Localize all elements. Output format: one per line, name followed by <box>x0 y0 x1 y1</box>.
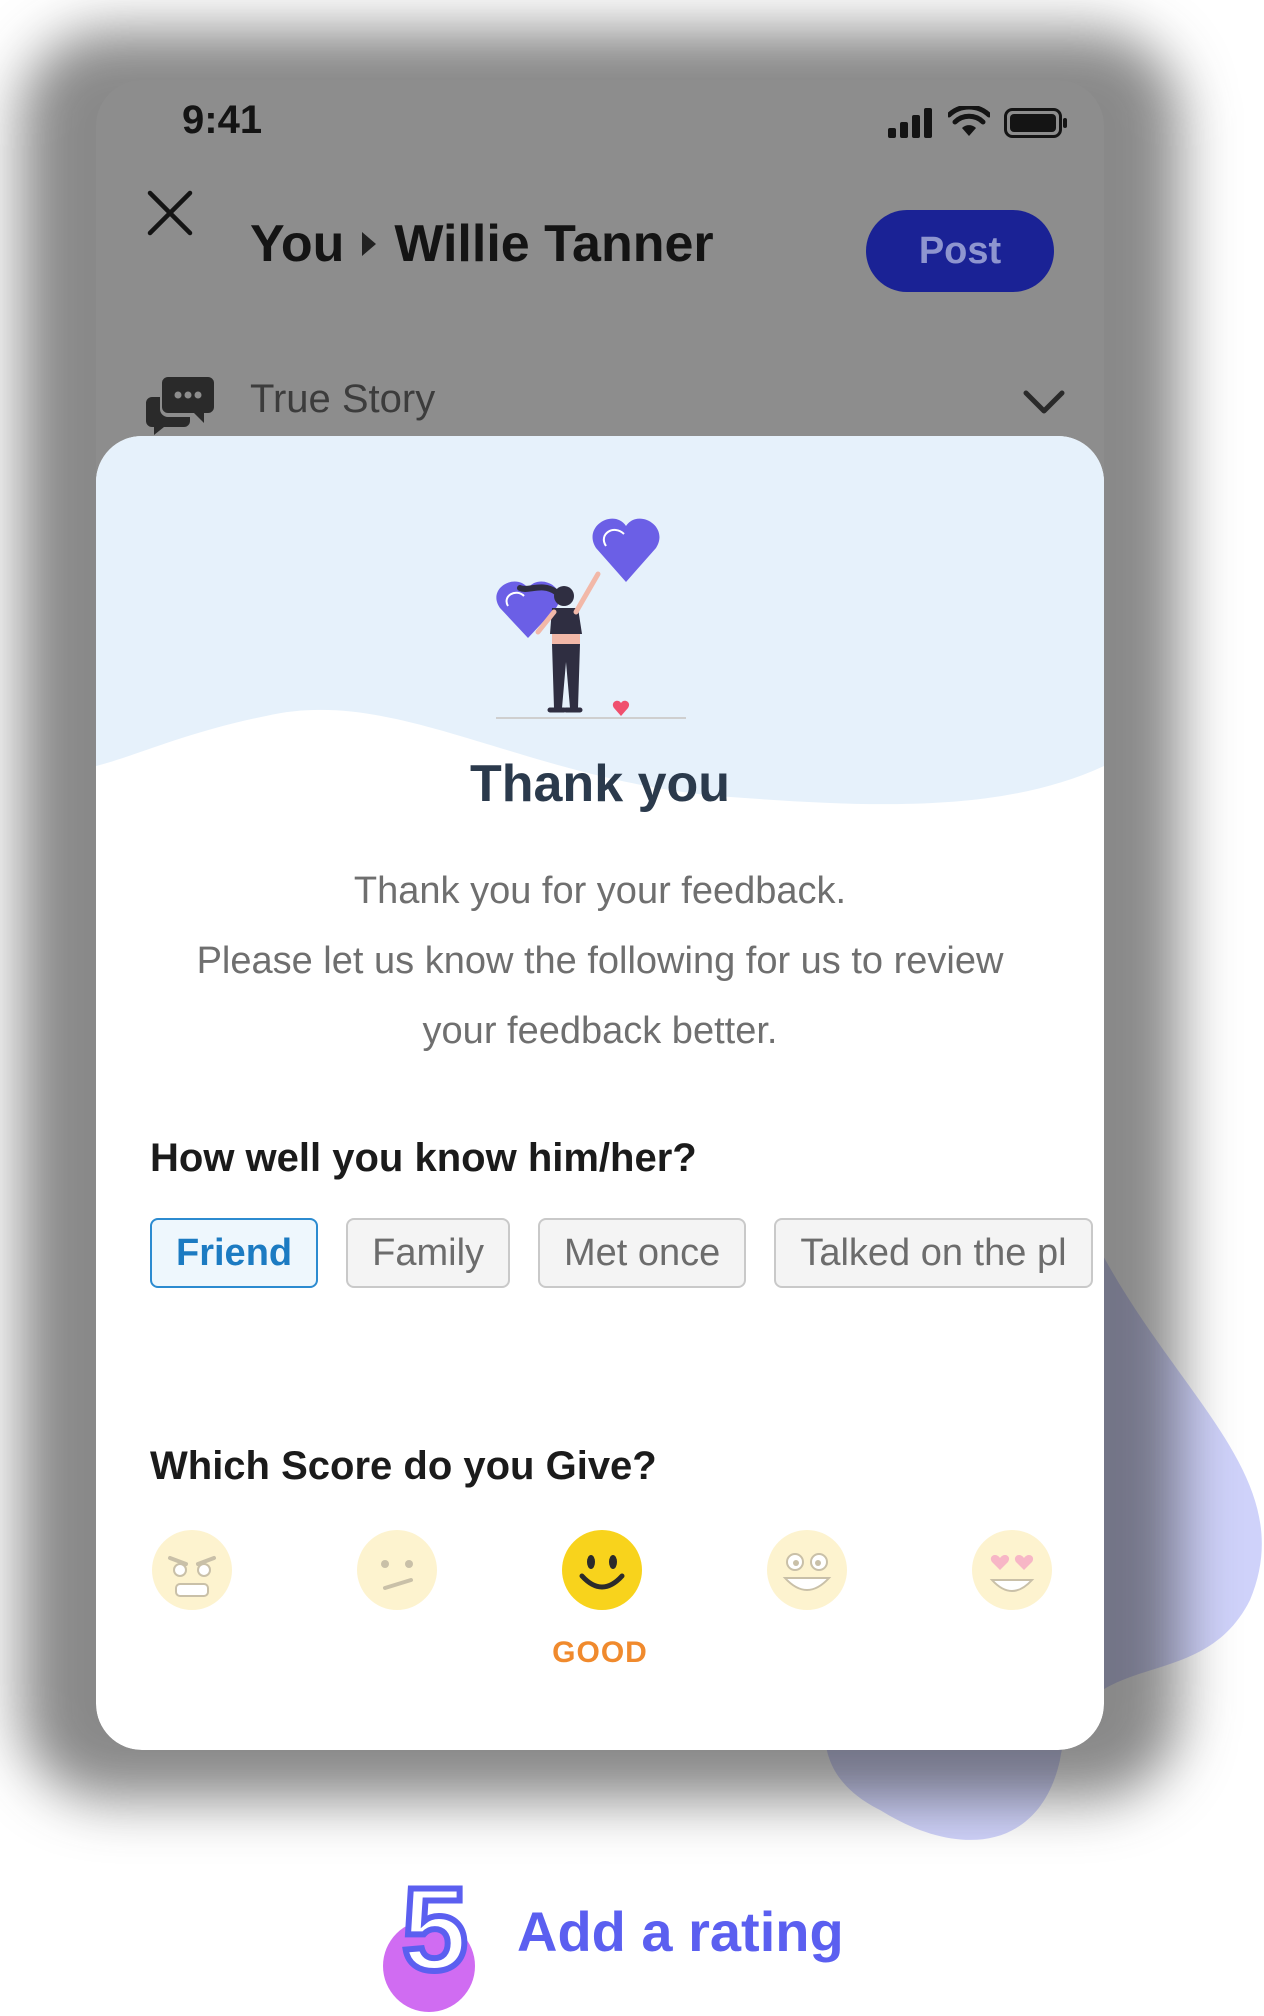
description-line-2: Please let us know the following for us … <box>196 940 1004 982</box>
breadcrumb: You Willie Tanner <box>250 214 714 274</box>
relation-option-family[interactable]: Family <box>346 1218 511 1288</box>
status-time: 9:41 <box>182 98 263 142</box>
heart-eyes-face-icon[interactable] <box>970 1528 1054 1612</box>
step-label: Add a rating <box>517 1900 844 1963</box>
hearts-illustration <box>496 518 686 719</box>
breadcrumb-to: Willie Tanner <box>394 215 714 273</box>
sheet-description: Thank you for your feedback. Please let … <box>136 856 1064 1066</box>
battery-icon <box>1004 108 1067 138</box>
signal-icon <box>888 108 932 138</box>
category-selector[interactable]: True Story <box>146 365 1066 445</box>
confused-face-icon[interactable] <box>355 1528 439 1612</box>
step-number: 5 <box>399 1861 471 1999</box>
rating-label: GOOD <box>552 1636 648 1669</box>
sheet-title: Thank you <box>469 755 731 813</box>
relation-option-met-once[interactable]: Met once <box>538 1218 747 1288</box>
description-line-1: Thank you for your feedback. <box>353 870 847 912</box>
grinning-face-icon[interactable] <box>765 1528 849 1612</box>
post-button[interactable]: Post <box>866 210 1054 292</box>
relation-question: How well you know him/her? <box>150 1136 697 1180</box>
relation-option-friend[interactable]: Friend <box>150 1218 319 1288</box>
phone-screen: 9:41 You Willie Tanner Post True Story T… <box>96 80 1104 1750</box>
chat-bubbles-icon <box>146 377 214 435</box>
relation-options: Friend Family Met once Talked on the pl <box>150 1218 1093 1288</box>
status-icons <box>888 104 1068 138</box>
angry-face-icon[interactable] <box>150 1528 234 1612</box>
relation-option-talked-on-phone[interactable]: Talked on the pl <box>774 1218 1093 1288</box>
smiling-face-icon[interactable] <box>560 1528 644 1612</box>
status-bar: 9:41 <box>96 80 1104 160</box>
score-question: Which Score do you Give? <box>150 1444 657 1488</box>
feedback-sheet: Thank you Thank you for your feedback. P… <box>96 436 1104 1750</box>
breadcrumb-from: You <box>250 215 345 273</box>
wifi-icon <box>948 106 990 136</box>
score-options <box>150 1528 1052 1618</box>
close-icon[interactable] <box>142 185 198 241</box>
breadcrumb-arrow-icon <box>362 232 377 256</box>
category-label: True Story <box>250 377 436 421</box>
chevron-down-icon <box>1023 390 1065 414</box>
description-line-3: your feedback better. <box>422 1010 778 1052</box>
